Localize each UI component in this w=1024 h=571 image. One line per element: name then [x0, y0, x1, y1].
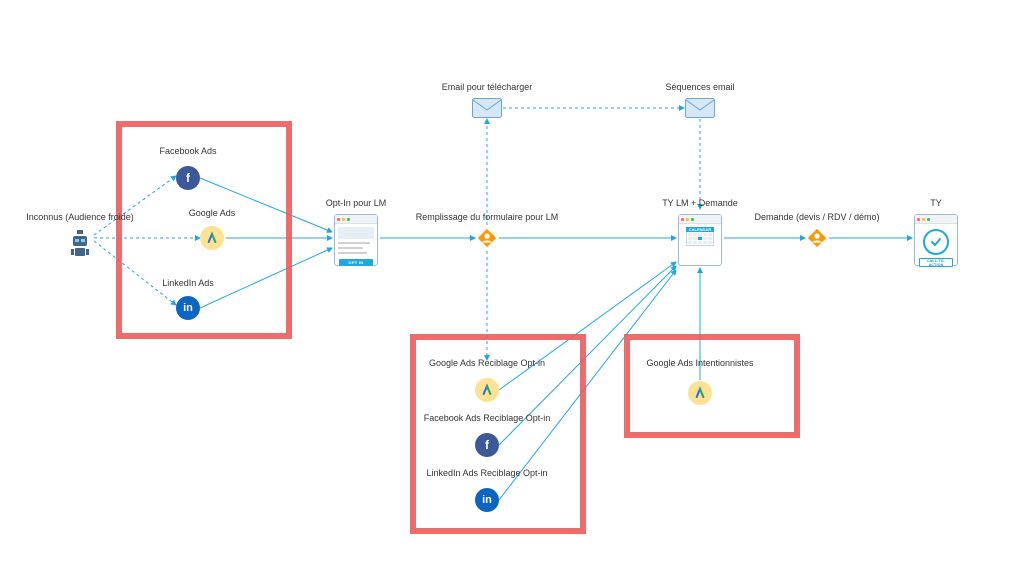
retarget-linkedin-label: LinkedIn Ads Reciblage Opt-in	[426, 468, 547, 478]
form-fill-marker-icon	[476, 227, 498, 249]
optin-label: Opt-In pour LM	[326, 198, 387, 208]
demande-label: Demande (devis / RDV / démo)	[754, 212, 879, 222]
facebook-icon: f	[475, 433, 499, 457]
checkmark-icon	[923, 229, 949, 255]
retarget-facebook-label: Facebook Ads Reciblage Opt-in	[424, 413, 551, 423]
form-fill-label: Remplissage du formulaire pour LM	[416, 212, 559, 222]
optin-button-text: OPT IN	[348, 260, 363, 265]
ty-browser-icon: CALL-TO-ACTION	[914, 214, 958, 266]
ty-lm-label: TY LM + Demande	[662, 198, 738, 208]
ty-label: TY	[930, 198, 942, 208]
diagram-canvas: Inconnus (Audience froide) Facebook Ads …	[0, 0, 1024, 571]
ty-lm-browser-icon: CALENDAR	[678, 214, 722, 266]
facebook-ads-label: Facebook Ads	[159, 146, 216, 156]
envelope-icon	[685, 98, 715, 118]
optin-browser-icon: OPT IN	[334, 214, 378, 266]
intent-google-label: Google Ads Intentionnistes	[646, 358, 753, 368]
robot-icon	[67, 230, 93, 258]
demande-marker-icon	[806, 227, 828, 249]
envelope-icon	[472, 98, 502, 118]
retarget-google-label: Google Ads Reciblage Opt-in	[429, 358, 545, 368]
calendar-icon: CALENDAR	[686, 227, 714, 246]
email-sequence-label: Séquences email	[665, 82, 734, 92]
email-download-label: Email pour télécharger	[442, 82, 533, 92]
cta-button-text: CALL-TO-ACTION	[920, 259, 952, 267]
google-ads-label: Google Ads	[189, 208, 236, 218]
linkedin-icon: in	[176, 296, 200, 320]
linkedin-ads-label: LinkedIn Ads	[162, 278, 214, 288]
google-ads-icon	[688, 381, 712, 405]
highlight-intent	[624, 334, 800, 438]
google-ads-icon	[475, 378, 499, 402]
linkedin-icon: in	[475, 488, 499, 512]
facebook-icon: f	[176, 166, 200, 190]
inconnus-label: Inconnus (Audience froide)	[26, 212, 134, 222]
google-ads-icon	[200, 226, 224, 250]
